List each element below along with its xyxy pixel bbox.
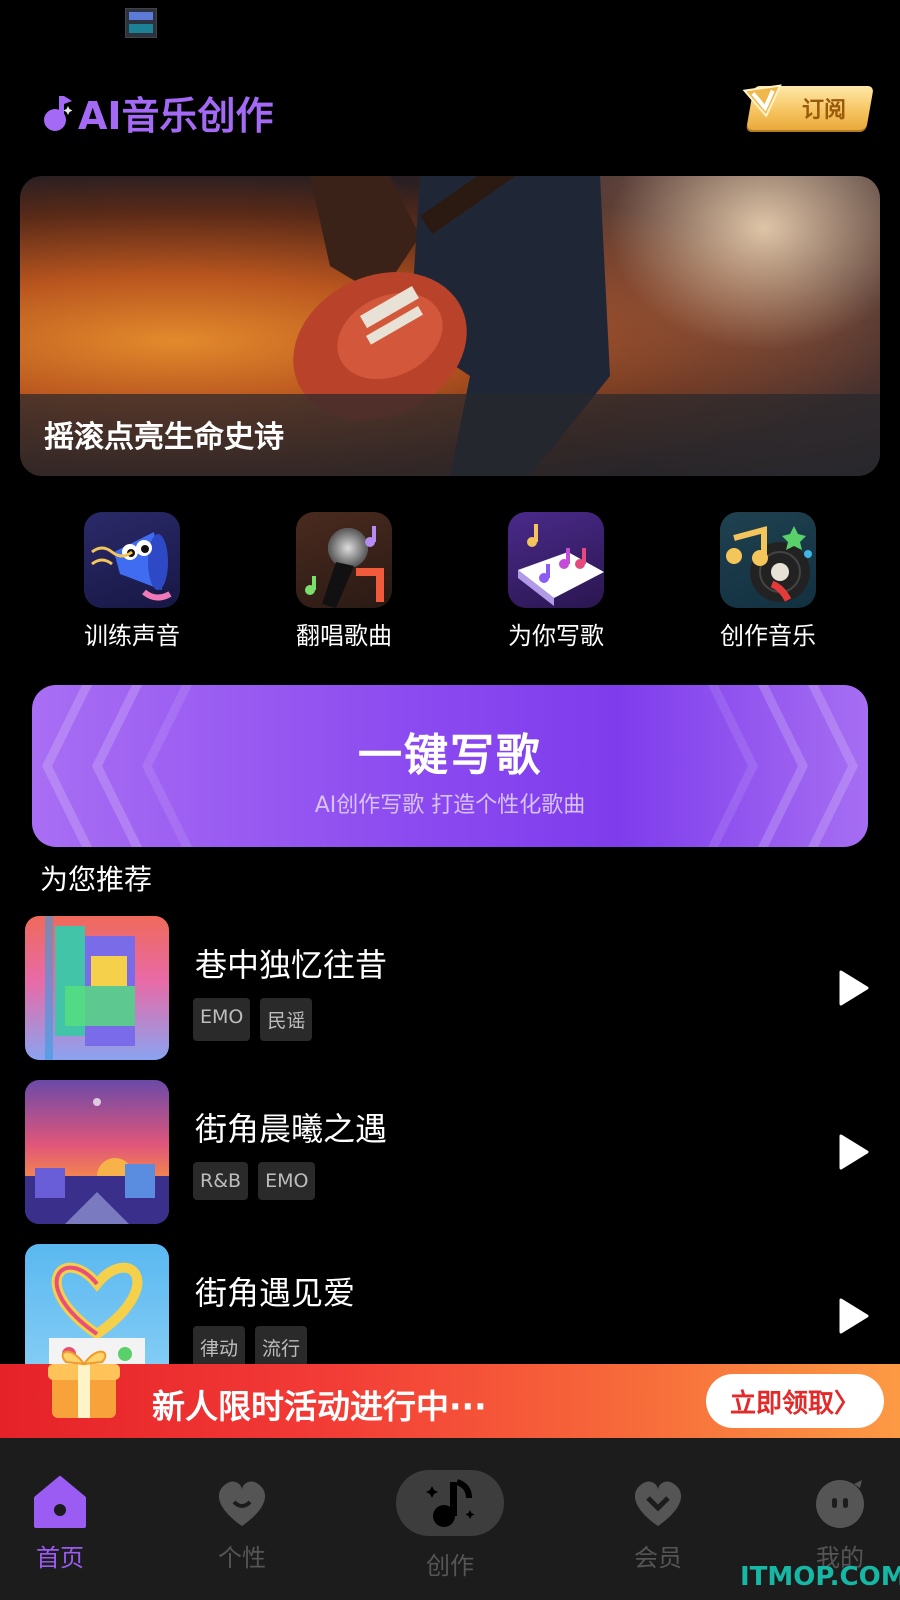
feature-train-voice[interactable]: 训练声音 — [67, 512, 197, 651]
cta-title: 一键写歌 — [358, 730, 542, 781]
nav-label: 创作 — [426, 1552, 474, 1580]
song-title: 街角遇见爱 — [195, 1274, 356, 1312]
song-tag: 民谣 — [260, 998, 313, 1041]
play-icon[interactable] — [835, 1296, 871, 1336]
feature-write-song[interactable]: 为你写歌 — [491, 512, 621, 651]
gift-box-icon — [48, 1350, 120, 1418]
heart-smile-icon — [218, 1481, 266, 1526]
feature-label: 为你写歌 — [508, 622, 604, 650]
feature-cover-song[interactable]: 翻唱歌曲 — [279, 512, 409, 651]
play-icon[interactable] — [835, 1132, 871, 1172]
microphone-icon — [296, 512, 392, 608]
music-book-icon — [508, 512, 604, 608]
song-cover — [25, 916, 169, 1060]
feature-shortcuts: 训练声音 翻唱歌曲 为你写歌 创作音乐 — [0, 512, 900, 652]
nav-label: 个性 — [218, 1544, 266, 1572]
music-note-icon — [426, 1479, 475, 1527]
song-tag: 流行 — [255, 1326, 308, 1369]
vip-heart-icon — [634, 1481, 682, 1526]
status-bar — [0, 0, 900, 48]
song-item[interactable]: 巷中独忆往昔 EMO 民谣 — [25, 916, 885, 1060]
promo-text: 新人限时活动进行中··· — [152, 1387, 487, 1426]
play-icon[interactable] — [835, 968, 871, 1008]
cta-subtitle: AI创作写歌 打造个性化歌曲 — [314, 793, 586, 818]
home-icon — [34, 1476, 86, 1528]
feature-label: 创作音乐 — [720, 622, 816, 650]
song-tags: 律动 流行 — [193, 1326, 308, 1369]
feature-label: 翻唱歌曲 — [296, 622, 392, 650]
feature-create-music[interactable]: 创作音乐 — [703, 512, 833, 651]
song-title: 巷中独忆往昔 — [195, 946, 388, 984]
song-item[interactable]: 街角晨曦之遇 R&B EMO — [25, 1080, 885, 1224]
claim-now-button[interactable]: 立即领取〉 — [706, 1374, 884, 1428]
subscribe-label: 订阅 — [801, 98, 846, 123]
vinyl-icon — [720, 512, 816, 608]
song-tags: EMO 民谣 — [193, 998, 313, 1041]
vip-badge-icon — [742, 84, 782, 118]
song-tag: EMO — [193, 998, 251, 1041]
one-click-write-button[interactable]: 一键写歌 AI创作写歌 打造个性化歌曲 — [32, 685, 868, 847]
promo-bar[interactable]: 新人限时活动进行中··· 立即领取〉 — [0, 1364, 900, 1438]
nav-create-pill[interactable] — [396, 1470, 504, 1536]
app-title: AI音乐创作 — [78, 93, 274, 138]
feature-label: 训练声音 — [84, 622, 180, 650]
nav-mine[interactable]: 我的 — [785, 1474, 895, 1573]
nav-create[interactable]: 创作 — [395, 1546, 505, 1581]
song-cover — [25, 1080, 169, 1224]
hero-banner[interactable]: 摇滚点亮生命史诗 — [20, 176, 880, 476]
song-tag: R&B — [193, 1162, 249, 1200]
song-tag: 律动 — [193, 1326, 246, 1369]
nav-personality[interactable]: 个性 — [187, 1474, 297, 1573]
banner-caption: 摇滚点亮生命史诗 — [44, 420, 284, 455]
watermark-text: ITMOP.COM — [740, 1562, 900, 1592]
app-logo: AI音乐创作 — [42, 90, 274, 138]
nav-label: 首页 — [36, 1544, 84, 1572]
recommend-heading: 为您推荐 — [40, 863, 153, 896]
profile-face-icon — [816, 1480, 864, 1528]
nav-home[interactable]: 首页 — [5, 1474, 115, 1573]
song-tags: R&B EMO — [193, 1162, 316, 1200]
notification-thumbnail — [125, 8, 157, 38]
song-tag: EMO — [258, 1162, 316, 1200]
nav-vip[interactable]: 会员 — [603, 1474, 713, 1573]
megaphone-icon — [84, 512, 180, 608]
song-title: 街角晨曦之遇 — [195, 1110, 388, 1148]
nav-label: 会员 — [634, 1544, 682, 1572]
music-note-logo-icon — [44, 96, 73, 131]
app-header: AI音乐创作 订阅 — [0, 70, 900, 150]
